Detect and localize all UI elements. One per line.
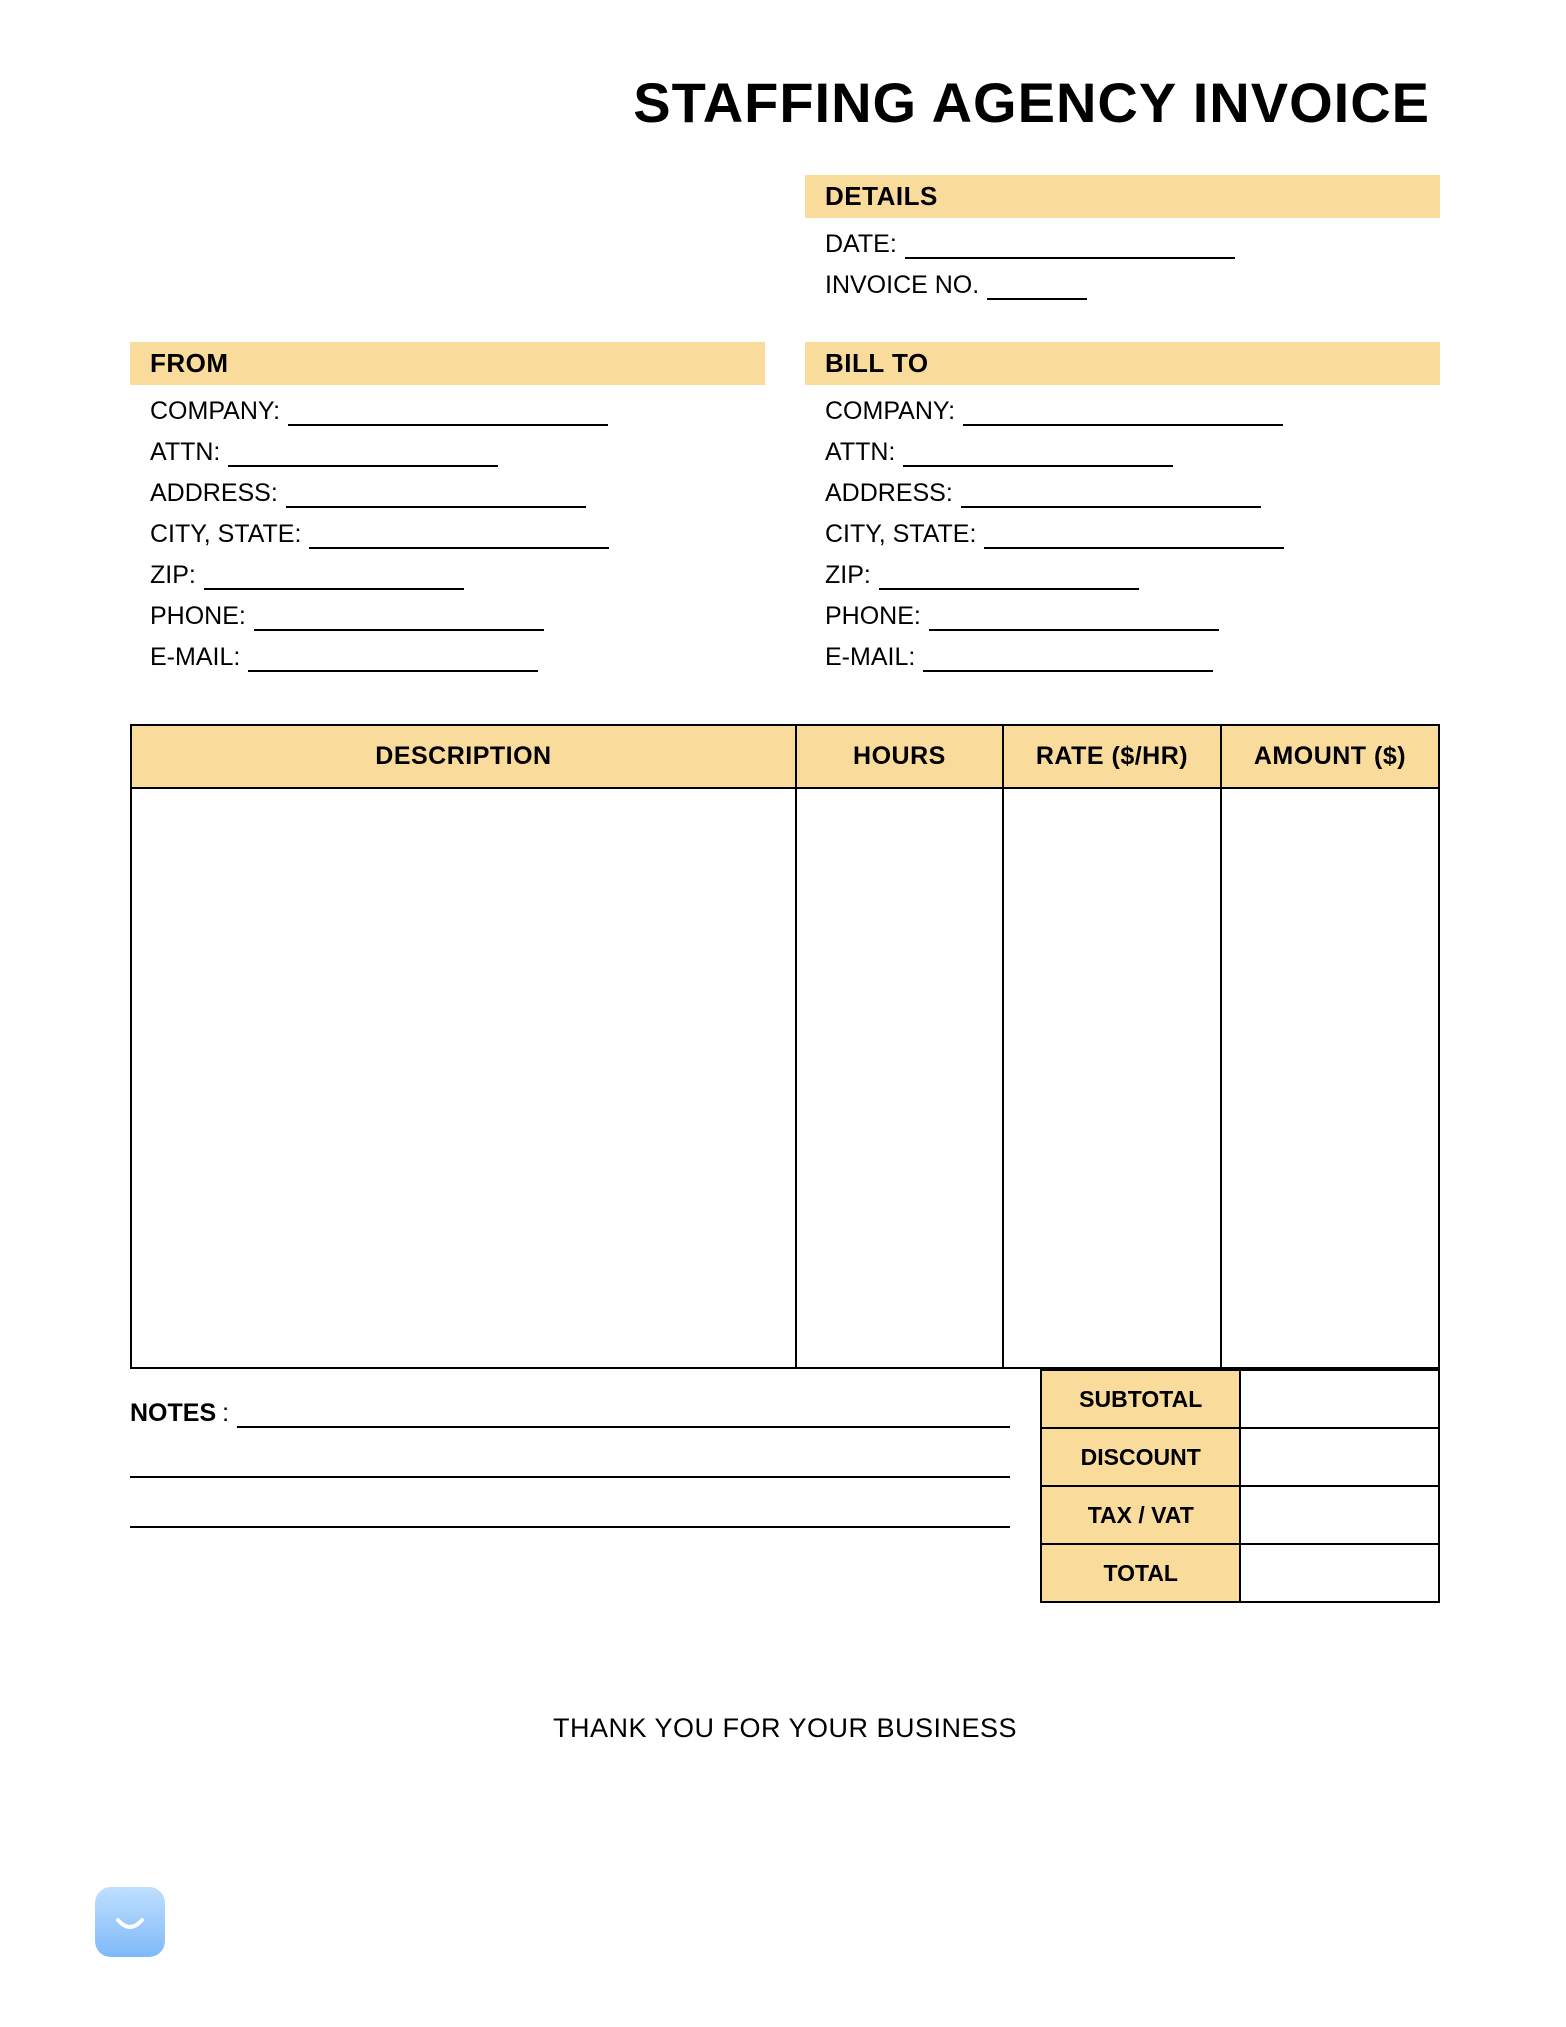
details-header: DETAILS — [805, 175, 1440, 218]
totals-row: TOTAL — [1041, 1544, 1439, 1602]
from-section: FROM COMPANY: ATTN: ADDRESS: CITY, STATE: ZI… — [130, 342, 765, 684]
footer-thanks: THANK YOU FOR YOUR BUSINESS — [130, 1713, 1440, 1744]
smile-icon — [95, 1887, 165, 1957]
totals-label: TAX / VAT — [1041, 1486, 1240, 1544]
field-label: COMPANY: — [825, 397, 963, 426]
field-input-line[interactable] — [987, 278, 1087, 300]
totals-label: DISCOUNT — [1041, 1428, 1240, 1486]
table-row — [131, 788, 1439, 1368]
field-label: ZIP: — [150, 561, 204, 590]
from-field: COMPANY: — [150, 397, 765, 426]
field-input-line[interactable] — [984, 527, 1284, 549]
from-field: ATTN: — [150, 438, 765, 467]
field-input-line[interactable] — [929, 609, 1219, 631]
table-cell[interactable] — [1221, 788, 1439, 1368]
billto-header: BILL TO — [805, 342, 1440, 385]
page-title: STAFFING AGENCY INVOICE — [130, 70, 1440, 135]
totals-row: SUBTOTAL — [1041, 1370, 1439, 1428]
notes-label: NOTES — [130, 1399, 222, 1428]
totals-table: SUBTOTALDISCOUNTTAX / VATTOTAL — [1040, 1369, 1440, 1603]
totals-row: TAX / VAT — [1041, 1486, 1439, 1544]
totals-row: DISCOUNT — [1041, 1428, 1439, 1486]
totals-value[interactable] — [1240, 1486, 1439, 1544]
totals-value[interactable] — [1240, 1370, 1439, 1428]
field-label: ATTN: — [150, 438, 228, 467]
field-label: DATE: — [825, 230, 905, 259]
field-input-line[interactable] — [903, 445, 1173, 467]
field-input-line[interactable] — [923, 650, 1213, 672]
table-header-cell: HOURS — [796, 725, 1003, 788]
details-field: DATE: — [825, 230, 1440, 259]
field-input-line[interactable] — [905, 237, 1235, 259]
billto-field: ADDRESS: — [825, 479, 1440, 508]
totals-value[interactable] — [1240, 1544, 1439, 1602]
notes-input-line[interactable] — [130, 1456, 1010, 1478]
field-input-line[interactable] — [961, 486, 1261, 508]
from-field: ADDRESS: — [150, 479, 765, 508]
notes-input-line[interactable] — [237, 1406, 1010, 1428]
field-input-line[interactable] — [288, 404, 608, 426]
billto-field: ATTN: — [825, 438, 1440, 467]
table-cell[interactable] — [796, 788, 1003, 1368]
details-section: DETAILS DATE: INVOICE NO. — [805, 175, 1440, 312]
notes-line: NOTES: — [130, 1399, 1010, 1428]
field-input-line[interactable] — [963, 404, 1283, 426]
field-label: E-MAIL: — [150, 643, 248, 672]
notes-line — [130, 1456, 1010, 1478]
billto-field: CITY, STATE: — [825, 520, 1440, 549]
from-billto-row: FROM COMPANY: ATTN: ADDRESS: CITY, STATE: ZI… — [130, 342, 1440, 684]
table-header-cell: RATE ($/HR) — [1003, 725, 1221, 788]
field-label: CITY, STATE: — [150, 520, 309, 549]
field-input-line[interactable] — [248, 650, 538, 672]
field-label: PHONE: — [150, 602, 254, 631]
table-header-cell: DESCRIPTION — [131, 725, 796, 788]
field-label: ADDRESS: — [825, 479, 961, 508]
field-input-line[interactable] — [204, 568, 464, 590]
field-label: CITY, STATE: — [825, 520, 984, 549]
field-input-line[interactable] — [879, 568, 1139, 590]
from-field: ZIP: — [150, 561, 765, 590]
from-header: FROM — [130, 342, 765, 385]
billto-field: COMPANY: — [825, 397, 1440, 426]
field-label: ATTN: — [825, 438, 903, 467]
table-header-row: DESCRIPTIONHOURSRATE ($/HR)AMOUNT ($) — [131, 725, 1439, 788]
from-field: CITY, STATE: — [150, 520, 765, 549]
table-cell[interactable] — [131, 788, 796, 1368]
line-items-table: DESCRIPTIONHOURSRATE ($/HR)AMOUNT ($) — [130, 724, 1440, 1369]
billto-field: PHONE: — [825, 602, 1440, 631]
billto-field: ZIP: — [825, 561, 1440, 590]
field-input-line[interactable] — [228, 445, 498, 467]
totals-label: TOTAL — [1041, 1544, 1240, 1602]
field-label: INVOICE NO. — [825, 271, 987, 300]
invoice-page: STAFFING AGENCY INVOICE DETAILS DATE: INV… — [130, 70, 1440, 1744]
field-label: ZIP: — [825, 561, 879, 590]
totals-label: SUBTOTAL — [1041, 1370, 1240, 1428]
field-input-line[interactable] — [309, 527, 609, 549]
field-input-line[interactable] — [286, 486, 586, 508]
field-label: ADDRESS: — [150, 479, 286, 508]
notes-section: NOTES: — [130, 1369, 1040, 1556]
notes-line — [130, 1506, 1010, 1528]
field-label: E-MAIL: — [825, 643, 923, 672]
field-label: PHONE: — [825, 602, 929, 631]
notes-input-line[interactable] — [130, 1506, 1010, 1528]
billto-field: E-MAIL: — [825, 643, 1440, 672]
line-items-table-wrap: DESCRIPTIONHOURSRATE ($/HR)AMOUNT ($) — [130, 724, 1440, 1369]
field-label: COMPANY: — [150, 397, 288, 426]
details-row: DETAILS DATE: INVOICE NO. — [130, 175, 1440, 312]
table-header-cell: AMOUNT ($) — [1221, 725, 1439, 788]
totals-value[interactable] — [1240, 1428, 1439, 1486]
notes-totals-row: NOTES: SUBTOTALDISCOUNTTAX / VATTOTAL — [130, 1369, 1440, 1603]
billto-section: BILL TO COMPANY: ATTN: ADDRESS: CITY, STATE… — [805, 342, 1440, 684]
details-field: INVOICE NO. — [825, 271, 1440, 300]
from-field: E-MAIL: — [150, 643, 765, 672]
notes-colon: : — [222, 1399, 237, 1428]
table-cell[interactable] — [1003, 788, 1221, 1368]
from-field: PHONE: — [150, 602, 765, 631]
field-input-line[interactable] — [254, 609, 544, 631]
